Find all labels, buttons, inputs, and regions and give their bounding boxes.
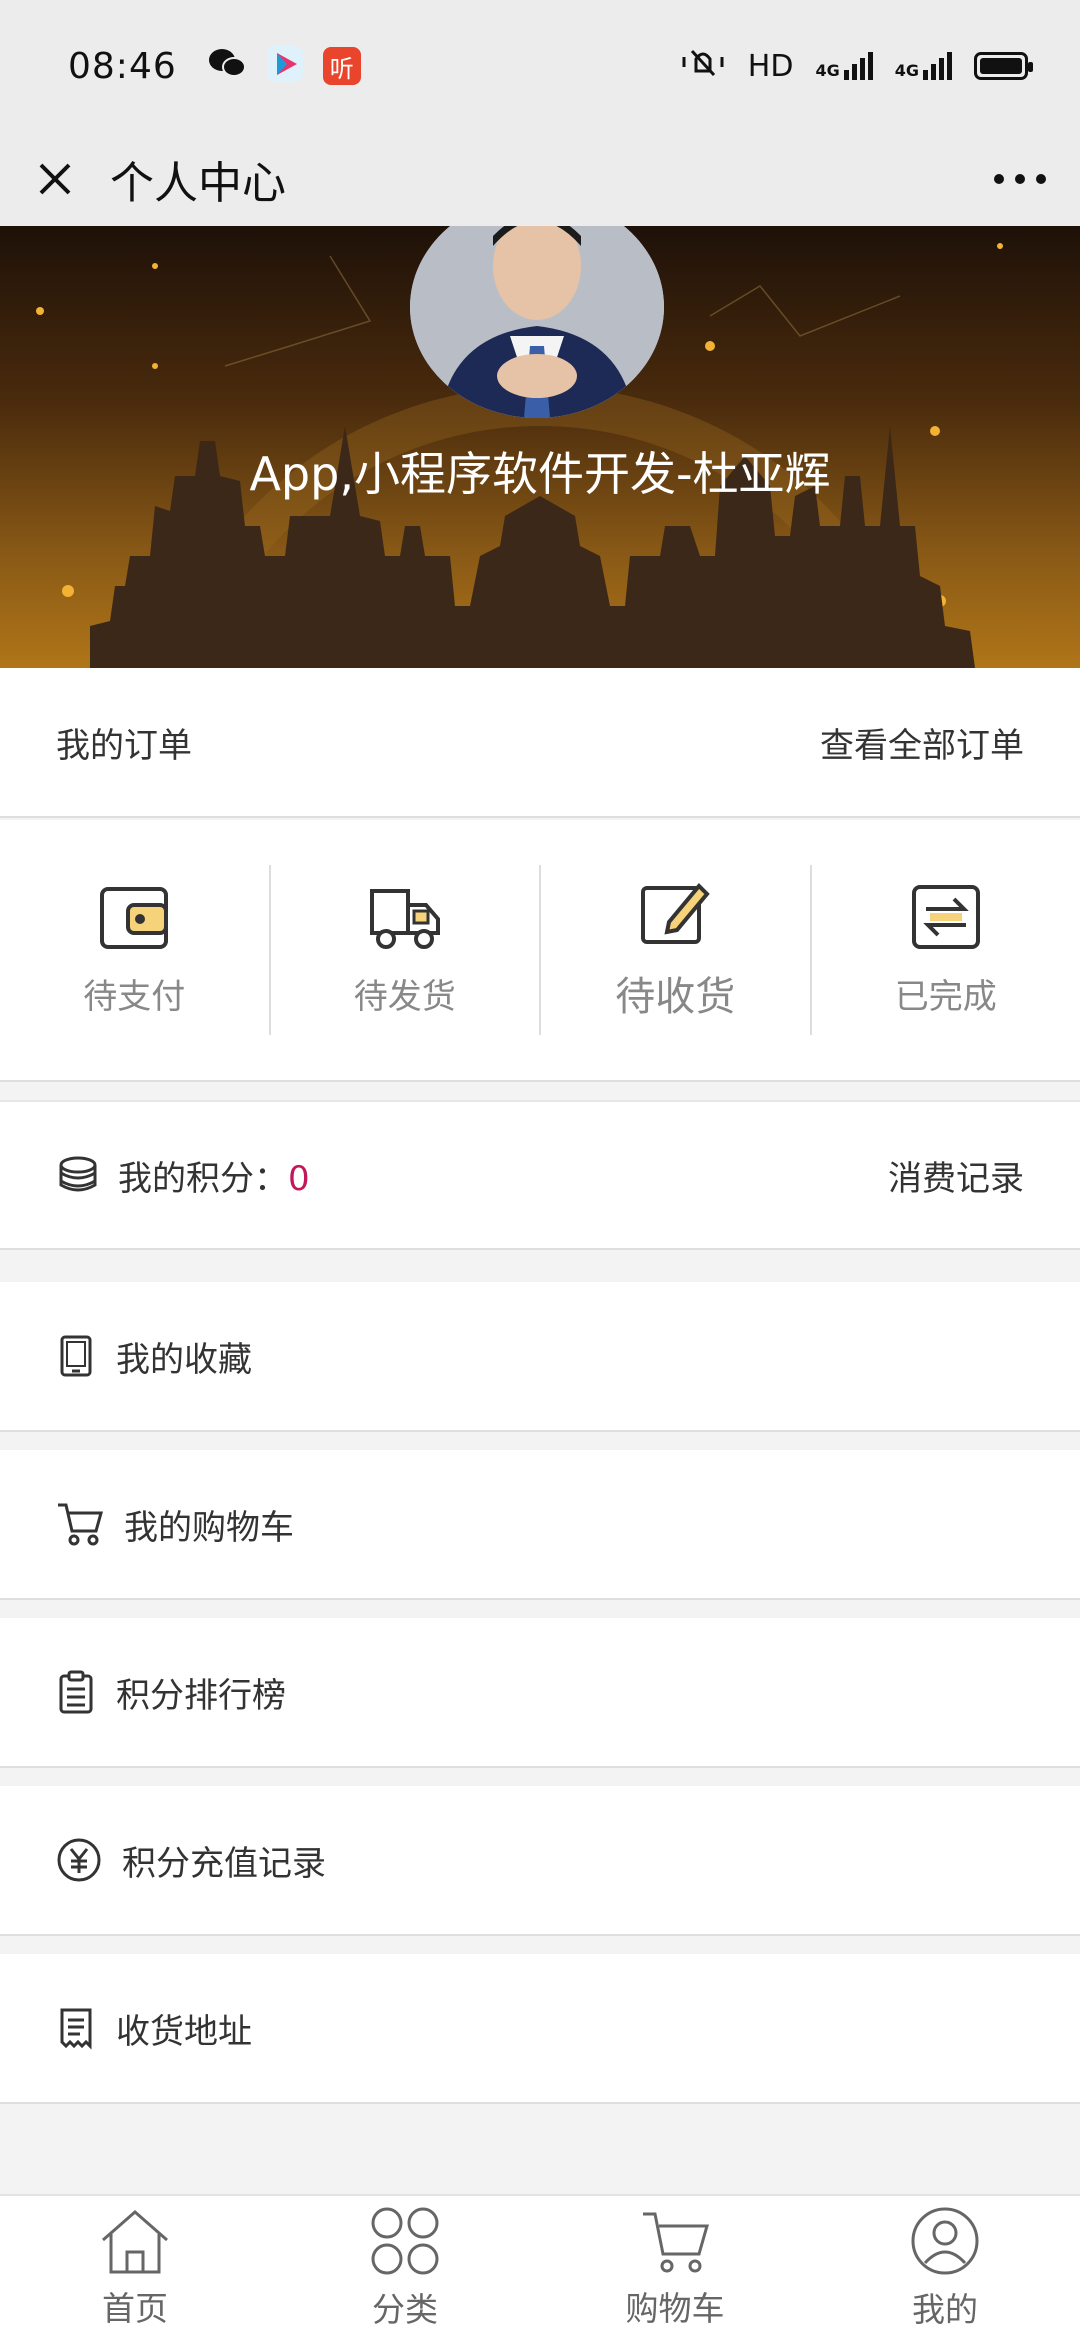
order-label: 待支付	[83, 976, 186, 1017]
vibrate-mute-icon	[680, 45, 726, 87]
bottom-tab-bar: 首页 分类 购物车 我的	[0, 2194, 1080, 2340]
status-bar: 08:46 听 HD 4G 4G	[0, 0, 1080, 132]
order-label: 待发货	[353, 976, 456, 1017]
more-icon	[994, 174, 1046, 184]
points-row[interactable]: 我的积分：0 消费记录	[0, 1100, 1080, 1250]
cart-icon	[58, 1503, 103, 1546]
orders-header: 我的订单 查看全部订单	[0, 668, 1080, 818]
status-indicators: HD 4G 4G	[680, 45, 1033, 87]
tab-label: 首页	[102, 2289, 168, 2328]
order-pending-receipt[interactable]: 待收货	[541, 865, 812, 1035]
signal-icon: 4G	[815, 52, 873, 80]
menu-item-recharge-record[interactable]: 积分充值记录	[0, 1786, 1080, 1936]
favorites-icon	[60, 1335, 92, 1377]
consumption-record-link[interactable]: 消费记录	[888, 1151, 1024, 1200]
delivery-truck-icon	[369, 888, 440, 949]
cart-icon	[643, 2212, 709, 2273]
menu-item-favorites[interactable]: 我的收藏	[0, 1282, 1080, 1432]
order-pending-shipment[interactable]: 待发货	[271, 865, 541, 1035]
nav-bar: 个人中心	[0, 132, 1080, 226]
yuan-icon	[57, 1838, 101, 1882]
points-label: 我的积分：	[118, 1158, 288, 1199]
menu-item-ranking[interactable]: 积分排行榜	[0, 1618, 1080, 1768]
user-icon	[911, 2207, 979, 2275]
order-label: 待收货	[615, 974, 736, 1020]
ting-app-icon: 听	[322, 47, 361, 85]
video-app-icon	[265, 44, 305, 88]
menu-item-label: 积分充值记录	[122, 1843, 326, 1884]
status-app-icons: 听	[207, 44, 361, 88]
network-label: HD	[747, 48, 794, 84]
tab-label: 我的	[912, 2290, 978, 2329]
tab-label: 分类	[372, 2290, 438, 2329]
order-status-grid: 待支付 待发货 待收货 已完成	[0, 820, 1080, 1082]
tab-category[interactable]: 分类	[270, 2196, 540, 2340]
tab-mine[interactable]: 我的	[810, 2196, 1080, 2340]
wechat-icon	[207, 46, 247, 86]
tab-cart[interactable]: 购物车	[540, 2196, 810, 2340]
exchange-icon	[911, 884, 980, 949]
menu-item-address[interactable]: 收货地址	[0, 1954, 1080, 2104]
battery-icon	[974, 52, 1033, 80]
address-icon	[60, 2008, 92, 2050]
coins-icon	[59, 1156, 97, 1192]
menu-item-cart[interactable]: 我的购物车	[0, 1450, 1080, 1600]
menu-item-label: 积分排行榜	[116, 1675, 286, 1716]
menu-item-label: 收货地址	[116, 2011, 252, 2052]
order-pending-payment[interactable]: 待支付	[0, 865, 271, 1035]
clipboard-icon	[59, 1670, 93, 1714]
signal-icon: 4G	[895, 52, 952, 80]
close-icon	[39, 163, 71, 195]
profile-header: App,小程序软件开发-杜亚辉	[0, 226, 1080, 668]
edit-icon	[641, 883, 710, 944]
order-label: 已完成	[894, 976, 997, 1017]
status-time: 08:46	[68, 45, 177, 87]
menu-item-label: 我的收藏	[116, 1339, 252, 1380]
home-icon	[102, 2210, 168, 2274]
view-all-orders-link[interactable]: 查看全部订单	[820, 718, 1024, 767]
profile-name: App,小程序软件开发-杜亚辉	[249, 447, 831, 501]
page-title: 个人中心	[110, 158, 286, 209]
wallet-icon	[100, 886, 169, 949]
category-icon	[371, 2207, 439, 2275]
more-button[interactable]	[960, 132, 1080, 226]
tab-home[interactable]: 首页	[0, 2196, 270, 2340]
points-value: 0	[288, 1158, 310, 1199]
close-button[interactable]	[0, 132, 110, 226]
orders-title: 我的订单	[56, 725, 192, 766]
tab-label: 购物车	[625, 2289, 725, 2328]
order-completed[interactable]: 已完成	[812, 865, 1080, 1035]
menu-item-label: 我的购物车	[124, 1507, 294, 1548]
